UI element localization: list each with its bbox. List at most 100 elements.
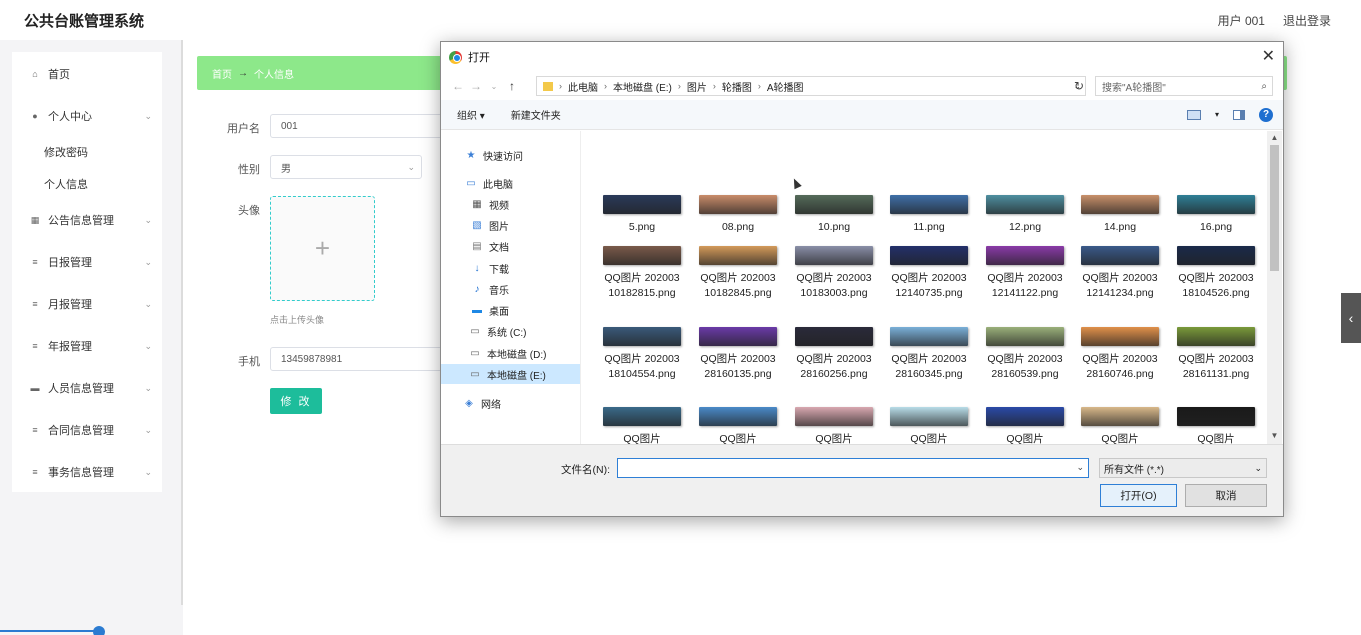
scroll-up-icon[interactable]: ▲ [1267,133,1282,142]
sidebar-item[interactable]: ≡ 事务信息管理 ⌄ [12,460,162,484]
nav-item[interactable]: ▧ 图片 [471,215,509,235]
file-item[interactable]: QQ图片 20200328160539.png [979,327,1071,381]
logout-link[interactable]: 退出登录 [1283,12,1331,29]
file-item[interactable]: QQ图片 20200328160256.png [788,327,880,381]
file-item[interactable]: 5.png [596,195,688,235]
chevron-down-icon: ⌄ [144,298,152,309]
path-segment[interactable]: A轮播图 [767,79,804,94]
back-icon[interactable]: ← [449,79,467,93]
chevron-right-icon: › [712,81,716,91]
scroll-thumb[interactable] [1270,145,1279,271]
filetype-select[interactable]: 所有文件 (*.*) ⌄ [1099,458,1267,478]
organize-button[interactable]: 组织 ▾ [457,107,485,122]
arrow-right-icon: → [238,67,248,79]
file-item[interactable]: 12.png [979,195,1071,235]
path-segment[interactable]: 此电脑 [568,79,598,94]
preview-pane-icon[interactable] [1233,109,1245,120]
file-item[interactable]: QQ图片 [1170,407,1262,444]
file-item[interactable]: QQ图片 [788,407,880,444]
gender-value: 男 [281,163,291,175]
file-name: QQ图片 [815,433,853,444]
file-item[interactable]: QQ图片 [1074,407,1166,444]
refresh-icon[interactable]: ↻ [1071,76,1087,96]
file-item[interactable]: QQ图片 20200328160135.png [692,327,784,381]
file-item[interactable]: QQ图片 20200318104554.png [596,327,688,381]
chevron-down-icon[interactable]: ⌄ [1076,462,1084,473]
chevron-down-icon[interactable]: ▾ [1215,110,1219,119]
sidebar-item[interactable]: ⌂ 首页 [12,62,162,86]
file-item[interactable]: QQ图片 20200310183003.png [788,246,880,300]
path-segment[interactable]: 轮播图 [722,79,752,94]
sidebar-item[interactable]: ▦ 公告信息管理 ⌄ [12,208,162,232]
path-segment[interactable]: 本地磁盘 (E:) [613,79,672,94]
chevron-down-icon: ⌄ [144,424,152,435]
file-item[interactable]: 10.png [788,133,880,237]
file-item[interactable]: 08.png [692,195,784,235]
nav-item[interactable]: ▭ 本地磁盘 (D:) [469,343,546,363]
file-item[interactable]: QQ图片 20200328161131.png [1170,327,1262,381]
sidebar-subitem[interactable]: 个人信息 [44,176,88,192]
file-item[interactable]: QQ图片 [979,407,1071,444]
nav-item[interactable]: ▭ 此电脑 [465,173,513,193]
image-thumbnail [1177,327,1255,346]
username-input[interactable]: 001 [270,114,445,138]
scrollbar[interactable]: ▲ ▼ [1267,131,1282,444]
sidebar-item[interactable]: ▬ 人员信息管理 ⌄ [12,376,162,400]
file-item[interactable]: QQ图片 20200310182845.png [692,246,784,300]
drive-icon: ▭ [470,347,480,359]
nav-item[interactable]: ▭ 系统 (C:) [469,321,526,341]
new-folder-button[interactable]: 新建文件夹 [511,107,561,122]
file-name: QQ图片 [1197,433,1235,444]
nav-item[interactable]: ♪ 音乐 [471,279,510,299]
sidebar-subitem[interactable]: 修改密码 [44,144,88,160]
update-button[interactable]: 修 改 [270,388,322,414]
cancel-button[interactable]: 取消 [1185,484,1267,507]
file-item[interactable]: QQ图片 20200310182815.png [596,246,688,300]
file-item[interactable]: QQ图片 20200318104526.png [1170,246,1262,300]
sidebar-item[interactable]: ≡ 月报管理 ⌄ [12,292,162,316]
nav-item[interactable]: ▭ 本地磁盘 (E:) [441,364,580,384]
breadcrumb-home[interactable]: 首页 [212,66,232,81]
home-icon: ⌂ [32,69,38,79]
file-item[interactable]: QQ图片 [883,407,975,444]
sidebar-item[interactable]: ≡ 年报管理 ⌄ [12,334,162,358]
sidebar-item[interactable]: ≡ 日报管理 ⌄ [12,250,162,274]
nav-item[interactable]: ▬ 桌面 [471,300,509,320]
nav-item[interactable]: ★ 快速访问 [465,145,523,165]
progress-handle[interactable] [93,626,105,635]
up-icon[interactable]: ↑ [503,79,521,93]
file-item[interactable]: QQ图片 20200328160746.png [1074,327,1166,381]
scroll-down-icon[interactable]: ▼ [1267,431,1282,440]
view-icon[interactable] [1186,109,1201,120]
nav-item[interactable]: ◈ 网络 [463,393,501,413]
path-segment[interactable]: 图片 [687,79,707,94]
address-bar[interactable]: › 此电脑 › 本地磁盘 (E:) › 图片 › 轮播图 › A轮播图 ⌄ [536,76,1086,96]
avatar-upload[interactable]: + [270,196,375,301]
gender-select[interactable]: 男 ⌄ [270,155,422,179]
file-item[interactable]: 16.png [1170,195,1262,235]
file-item[interactable]: QQ图片 [596,407,688,444]
recent-dropdown-icon[interactable]: ⌄ [485,82,503,91]
file-item[interactable]: QQ图片 20200312140735.png [883,246,975,300]
nav-item[interactable]: ▦ 视频 [471,194,509,214]
nav-item[interactable]: ↓ 下载 [471,258,510,278]
file-item[interactable]: QQ图片 20200312141234.png [1074,246,1166,300]
file-item[interactable]: QQ图片 [692,407,784,444]
file-item[interactable]: QQ图片 20200312141122.png [979,246,1071,300]
collapse-panel-tab[interactable]: ‹ [1341,293,1361,343]
search-input[interactable]: 搜索"A轮播图" ⌕ [1095,76,1273,96]
nav-item[interactable]: ▤ 文档 [471,236,509,256]
image-thumbnail [1177,195,1255,214]
file-name: QQ图片 [910,433,948,444]
file-item[interactable]: 11.png [883,195,975,235]
file-item[interactable]: QQ图片 20200328160345.png [883,327,975,381]
forward-icon[interactable]: → [467,79,485,93]
phone-input[interactable]: 13459878981 [270,347,445,371]
file-item[interactable]: 14.png [1074,195,1166,235]
sidebar-item[interactable]: ≡ 合同信息管理 ⌄ [12,418,162,442]
help-icon[interactable]: ? [1259,107,1273,122]
open-button[interactable]: 打开(O) [1100,484,1177,507]
sidebar-item[interactable]: ● 个人中心 ⌄ [12,104,162,128]
filename-input[interactable]: ⌄ [617,458,1089,478]
close-icon[interactable]: ✕ [1262,46,1275,66]
